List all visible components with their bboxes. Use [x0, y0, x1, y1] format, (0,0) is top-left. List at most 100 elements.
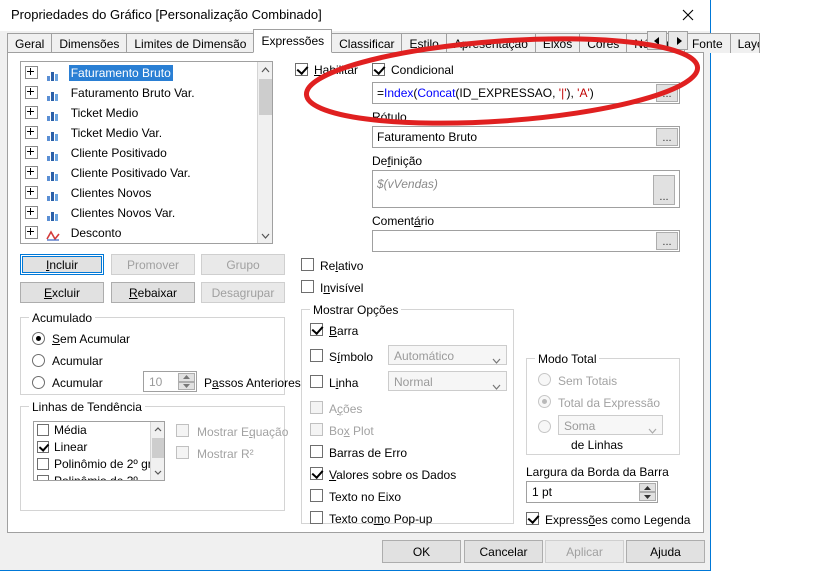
tab-layout[interactable]: Layo	[729, 33, 760, 53]
checkbox-relativo[interactable]	[301, 258, 314, 271]
definicao-ellipsis-button[interactable]: ...	[653, 175, 675, 205]
triangle-left-icon[interactable]	[647, 31, 667, 50]
tab-expressoes[interactable]: Expressões	[253, 29, 333, 53]
checkbox-valores-sobre-dados[interactable]	[310, 467, 323, 480]
chart-properties-dialog: Propriedades do Gráfico [Personalização …	[0, 0, 760, 571]
rotulo-field[interactable]: Faturamento Bruto ...	[372, 126, 680, 148]
checkbox-expressoes-como-legenda[interactable]	[526, 512, 539, 525]
checkbox-media[interactable]	[37, 424, 49, 436]
definicao-field[interactable]: $(vVendas) ...	[372, 170, 680, 208]
expand-icon[interactable]	[25, 226, 38, 240]
list-item[interactable]: Cliente Positivado	[21, 142, 272, 162]
condicional-expression-field[interactable]: =Index(Concat(ID_EXPRESSAO, '|'), 'A') .…	[372, 82, 680, 104]
expand-icon[interactable]	[25, 86, 38, 100]
list-item[interactable]: Média	[34, 422, 164, 439]
chevron-down-icon[interactable]	[258, 228, 272, 243]
tab-apresentacao[interactable]: Apresentação	[445, 33, 536, 53]
tab-limites-de-dimensao[interactable]: Limites de Dimensão	[126, 33, 255, 53]
spinner-down-icon[interactable]	[639, 492, 656, 501]
spinner-up-icon[interactable]	[639, 483, 656, 492]
list-item[interactable]: Linear	[34, 439, 164, 456]
close-icon[interactable]	[665, 0, 710, 30]
window-title: Propriedades do Gráfico [Personalização …	[11, 7, 322, 22]
comentario-field[interactable]: ...	[372, 230, 680, 252]
stepper-buttons[interactable]	[178, 373, 195, 390]
radio-sem-acumular[interactable]	[32, 332, 45, 345]
rotulo-ellipsis-button[interactable]: ...	[656, 128, 678, 146]
expression-list[interactable]: Faturamento Bruto Faturamento Bruto Var.…	[20, 61, 273, 244]
checkbox-simbolo[interactable]	[310, 349, 323, 362]
list-item[interactable]: Ticket Medio Var.	[21, 122, 272, 142]
chevron-up-icon[interactable]	[151, 422, 164, 437]
largura-borda-stepper[interactable]: 1 pt	[526, 481, 658, 503]
trend-lines-list[interactable]: Média Linear Polinômio de 2º gra Polinôm…	[33, 421, 165, 481]
expand-icon[interactable]	[25, 186, 38, 200]
checkbox-polinomio-2[interactable]	[37, 458, 49, 470]
ajuda-button[interactable]: Ajuda	[626, 540, 705, 563]
scrollbar-thumb[interactable]	[259, 79, 272, 115]
passos-anteriores-stepper[interactable]: 10	[143, 371, 197, 392]
checkbox-polinomio-3[interactable]	[37, 475, 49, 480]
spinner-up-icon[interactable]	[178, 373, 195, 382]
incluir-button[interactable]: Incluir	[20, 254, 104, 275]
list-item[interactable]: Ticket Medio	[21, 102, 272, 122]
checkbox-barra[interactable]	[310, 323, 323, 336]
list-item[interactable]: Clientes Novos Var.	[21, 202, 272, 222]
definicao-value: $(vVendas)	[377, 177, 438, 191]
expand-icon[interactable]	[25, 66, 38, 80]
checkbox-texto-no-eixo[interactable]	[310, 489, 323, 502]
trend-list-scrollbar[interactable]	[150, 422, 164, 480]
linha-label: Linha	[329, 376, 359, 390]
list-item[interactable]: Clientes Novos	[21, 182, 272, 202]
title-bar: Propriedades do Gráfico [Personalização …	[0, 0, 710, 31]
scrollbar-thumb[interactable]	[152, 438, 164, 458]
de-linhas-label: de Linhas	[571, 438, 624, 452]
stepper-buttons[interactable]	[639, 483, 656, 501]
triangle-right-icon[interactable]	[668, 31, 688, 50]
spinner-down-icon[interactable]	[178, 381, 195, 390]
checkbox-invisivel[interactable]	[301, 280, 314, 293]
tab-fonte[interactable]: Fonte	[683, 33, 731, 53]
radio-acumular-passos[interactable]	[32, 376, 45, 389]
incluir-rest: ncluir	[49, 258, 79, 272]
list-item-label: Polinômio de 2º gra	[54, 457, 159, 471]
checkbox-linear[interactable]	[37, 441, 49, 453]
comentario-ellipsis-button[interactable]: ...	[656, 232, 678, 250]
expand-icon[interactable]	[25, 106, 38, 120]
expand-icon[interactable]	[25, 146, 38, 160]
passos-anteriores-label: Passos Anteriores	[204, 376, 301, 390]
tab-cores[interactable]: Cores	[579, 33, 628, 53]
list-item[interactable]: Desconto	[21, 222, 272, 242]
tab-eixos[interactable]: Eixos	[534, 33, 581, 53]
bar-chart-icon	[46, 147, 60, 161]
list-item[interactable]: Polinômio de 3º	[34, 473, 164, 480]
expand-icon[interactable]	[25, 166, 38, 180]
chevron-up-icon[interactable]	[258, 62, 272, 77]
checkbox-barras-de-erro[interactable]	[310, 445, 323, 458]
list-item[interactable]: Faturamento Bruto Var.	[21, 82, 272, 102]
tab-dimensoes[interactable]: Dimensões	[51, 33, 128, 53]
checkbox-texto-como-popup[interactable]	[310, 511, 323, 524]
list-item[interactable]: Cliente Positivado Var.	[21, 162, 272, 182]
ok-button[interactable]: OK	[382, 540, 461, 563]
tab-geral[interactable]: Geral	[7, 33, 53, 53]
checkbox-condicional[interactable]	[372, 63, 385, 76]
list-item[interactable]: Faturamento Bruto	[21, 62, 272, 82]
chevron-down-icon[interactable]	[151, 465, 164, 480]
radio-acumular[interactable]	[32, 354, 45, 367]
list-item[interactable]: Polinômio de 2º gra	[34, 456, 164, 473]
expand-icon[interactable]	[25, 126, 38, 140]
condicional-ellipsis-button[interactable]: ...	[656, 84, 678, 102]
linha-combo[interactable]: Normal	[388, 371, 507, 391]
excluir-button[interactable]: Excluir	[20, 282, 104, 303]
expression-list-scrollbar[interactable]	[257, 62, 272, 243]
checkbox-linha[interactable]	[310, 375, 323, 388]
expand-icon[interactable]	[25, 206, 38, 220]
simbolo-combo[interactable]: Automático	[388, 345, 507, 365]
cancelar-button[interactable]: Cancelar	[464, 540, 543, 563]
rebaixar-button[interactable]: Rebaixar	[111, 282, 195, 303]
tab-estilo[interactable]: Estilo	[401, 33, 447, 53]
checkbox-habilitar[interactable]	[295, 63, 308, 76]
tab-classificar[interactable]: Classificar	[331, 33, 403, 53]
simbolo-combo-value: Automático	[394, 349, 455, 363]
